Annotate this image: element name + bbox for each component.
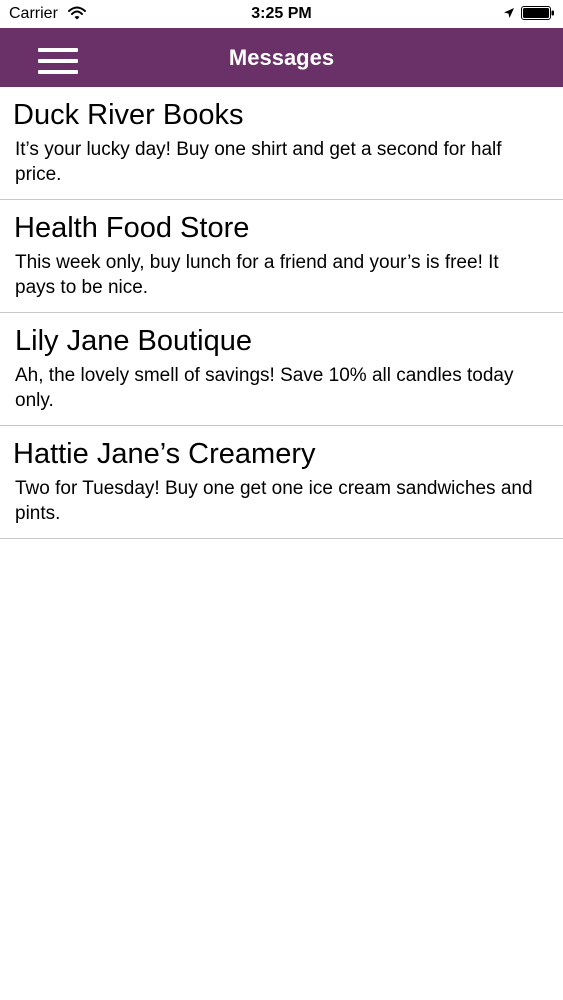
menu-button[interactable] (28, 36, 88, 80)
message-item-hattie-janes-creamery[interactable]: Hattie Jane’s Creamery Two for Tuesday! … (0, 426, 563, 539)
navigation-bar: Messages (0, 28, 563, 87)
message-sender: Hattie Jane’s Creamery (13, 438, 316, 470)
status-bar: Carrier 3:25 PM (0, 0, 563, 28)
status-time: 3:25 PM (251, 5, 312, 22)
message-sender: Duck River Books (13, 99, 244, 131)
message-sender: Lily Jane Boutique (15, 325, 252, 357)
message-body: This week only, buy lunch for a friend a… (15, 252, 499, 298)
message-sender: Health Food Store (14, 212, 250, 244)
message-body: Ah, the lovely smell of savings! Save 10… (15, 365, 514, 411)
hamburger-menu-icon (38, 48, 78, 74)
message-item-health-food-store[interactable]: Health Food Store This week only, buy lu… (0, 200, 563, 313)
message-body: Two for Tuesday! Buy one get one ice cre… (15, 478, 533, 524)
location-icon (504, 8, 514, 18)
message-body: It’s your lucky day! Buy one shirt and g… (15, 139, 502, 185)
message-list: Duck River Books It’s your lucky day! Bu… (0, 87, 563, 539)
message-item-duck-river-books[interactable]: Duck River Books It’s your lucky day! Bu… (0, 87, 563, 200)
message-item-lily-jane-boutique[interactable]: Lily Jane Boutique Ah, the lovely smell … (0, 313, 563, 426)
battery-icon (521, 6, 554, 20)
